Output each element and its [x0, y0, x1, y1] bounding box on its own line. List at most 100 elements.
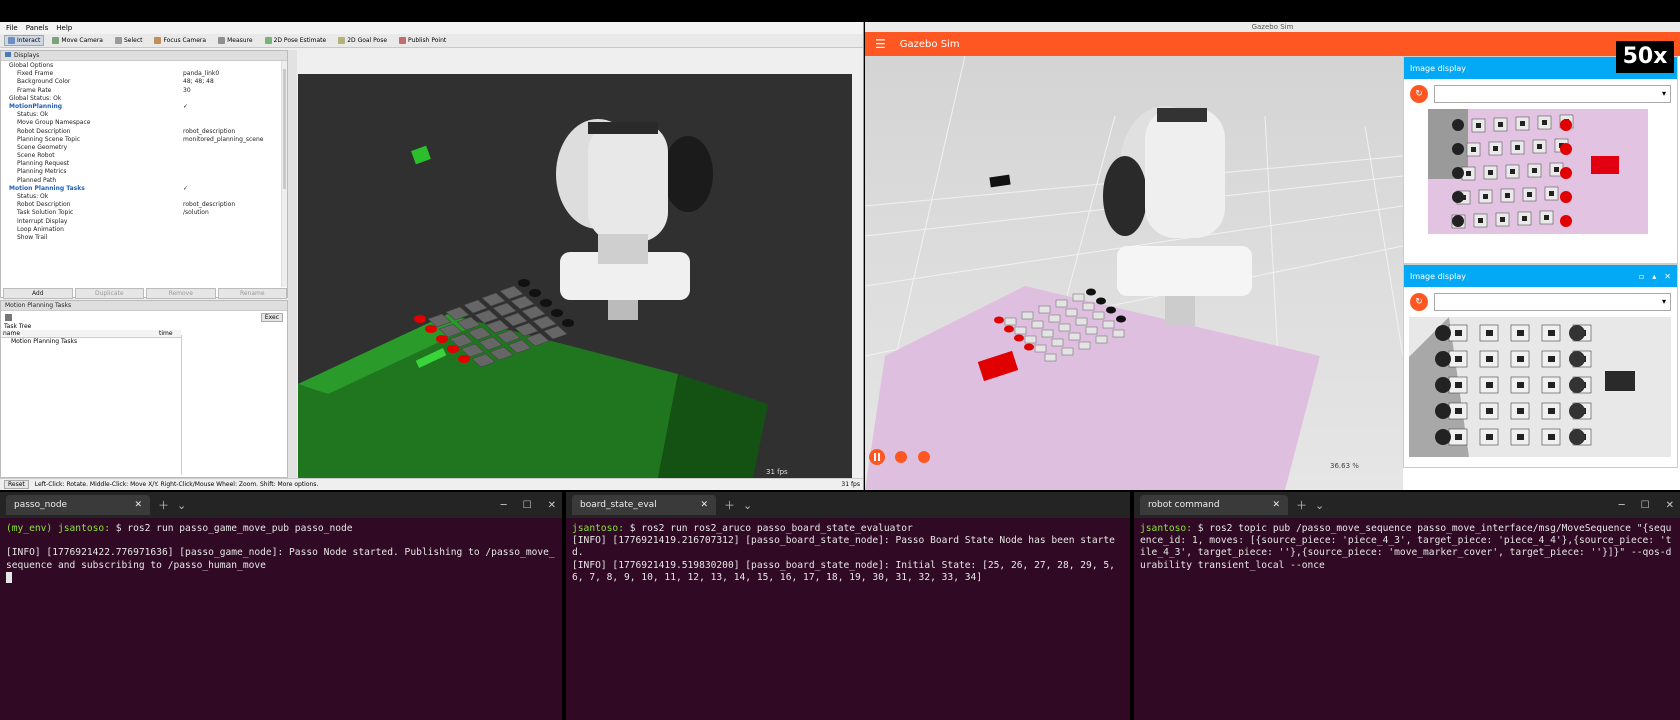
display-row[interactable]: Task Solution Topic/solution — [1, 209, 287, 217]
display-row[interactable]: Loop Animation — [1, 226, 287, 234]
close-icon[interactable]: ✕ — [134, 500, 142, 510]
black-piece — [1086, 288, 1096, 296]
black-piece — [518, 279, 530, 287]
add-task-icon[interactable] — [5, 313, 12, 321]
new-tab-icon[interactable]: ＋ — [724, 497, 735, 513]
tool-2d-goal-pose[interactable]: 2D Goal Pose — [334, 35, 391, 46]
display-value[interactable]: 30 — [183, 87, 191, 94]
close-icon[interactable]: ✕ — [1272, 500, 1280, 510]
new-tab-icon[interactable]: ＋ — [158, 497, 169, 513]
terminal-output[interactable]: jsantoso: $ ros2 topic pub /passo_move_s… — [1134, 518, 1680, 577]
chevron-down-icon[interactable]: ⌄ — [1315, 499, 1324, 512]
rviz-3d-viewport[interactable]: 31 fps — [298, 74, 852, 478]
display-row[interactable]: Scene Geometry — [1, 144, 287, 152]
hamburger-menu-icon[interactable]: ☰ — [875, 37, 886, 51]
display-row[interactable]: Interrupt Display — [1, 218, 287, 226]
tree-item[interactable]: Motion Planning Tasks — [1, 338, 287, 345]
display-value[interactable]: panda_link0 — [183, 70, 219, 77]
display-row[interactable]: Motion Planning Tasks ✓ — [1, 185, 287, 193]
tool-interact[interactable]: Interact — [4, 35, 45, 46]
display-label: Frame Rate — [17, 86, 52, 94]
display-row[interactable]: Planning Metrics — [1, 168, 287, 176]
menu-help[interactable]: Help — [56, 24, 72, 32]
display-value[interactable]: robot_description — [183, 201, 235, 208]
board-tile — [1082, 302, 1095, 311]
terminal-prompt: (my_env) jsantoso: — [6, 523, 110, 534]
gazebo-3d-viewport[interactable]: 36.63 % — [865, 56, 1403, 490]
tool-move-camera[interactable]: Move Camera — [48, 35, 107, 46]
terminal-2[interactable]: board_state_eval ✕ ＋ ⌄ jsantoso: $ ros2 r… — [566, 492, 1130, 720]
terminal-output[interactable]: jsantoso: $ ros2 run ros2_aruco passo_bo… — [566, 518, 1130, 589]
display-value[interactable]: ✓ — [183, 185, 188, 192]
terminal-tab-3[interactable]: robot command ✕ — [1140, 495, 1288, 515]
display-row[interactable]: Frame Rate 30 — [1, 87, 287, 95]
topic-dropdown[interactable]: ▾ — [1434, 85, 1671, 103]
menu-panels[interactable]: Panels — [26, 24, 49, 32]
close-icon[interactable]: ✕ — [548, 500, 556, 511]
maximize-icon[interactable]: ☐ — [523, 500, 532, 511]
close-icon[interactable]: ✕ — [1666, 500, 1674, 511]
collapse-icon[interactable]: ▴ — [1652, 272, 1656, 281]
terminal-tab-1[interactable]: passo_node ✕ — [6, 495, 150, 515]
step-button[interactable] — [895, 451, 907, 463]
refresh-icon[interactable]: ↻ — [1410, 85, 1428, 103]
display-row[interactable]: Planning Request — [1, 160, 287, 168]
display-row[interactable]: Robot Description robot_description — [1, 201, 287, 209]
tool-focus-camera[interactable]: Focus Camera — [150, 35, 210, 46]
terminal-output[interactable]: (my_env) jsantoso: $ ros2 run passo_game… — [0, 518, 562, 589]
display-value[interactable]: /solution — [183, 209, 209, 216]
tool-measure[interactable]: Measure — [214, 35, 257, 46]
tool-publish-point[interactable]: Publish Point — [395, 35, 450, 46]
topic-dropdown[interactable]: ▾ — [1434, 293, 1671, 311]
maximize-icon[interactable]: ▫ — [1639, 272, 1644, 281]
display-value[interactable]: 48; 48; 48 — [183, 78, 214, 85]
terminal-tab-2[interactable]: board_state_eval ✕ — [572, 495, 716, 515]
display-row[interactable]: Background Color 48; 48; 48 — [1, 78, 287, 86]
display-row[interactable]: Robot Description robot_description — [1, 128, 287, 136]
maximize-icon[interactable]: ☐ — [1641, 500, 1650, 511]
display-value[interactable]: robot_description — [183, 128, 235, 135]
vertical-splitter[interactable] — [288, 50, 297, 478]
reset-button[interactable]: Reset — [4, 480, 29, 489]
multi-step-button[interactable] — [918, 451, 930, 463]
pause-button[interactable] — [869, 449, 885, 465]
display-row[interactable]: Global Options — [1, 62, 287, 70]
terminal-3[interactable]: robot command ✕ ＋ ⌄ ─ ☐ ✕ jsantoso: $ ros2 … — [1134, 492, 1680, 720]
col-time[interactable]: time — [159, 330, 181, 337]
new-tab-icon[interactable]: ＋ — [1296, 497, 1307, 513]
displays-tree[interactable]: Global Options Fixed Frame panda_link0 Back… — [1, 61, 287, 242]
display-row[interactable]: Status: Ok — [1, 111, 287, 119]
add-display-button[interactable]: Add — [3, 288, 73, 299]
display-row[interactable]: Scene Robot — [1, 152, 287, 160]
measure-icon — [218, 37, 226, 44]
display-row[interactable]: Fixed Frame panda_link0 — [1, 70, 287, 78]
tool-select[interactable]: Select — [111, 35, 147, 46]
zoom-readout: 36.63 % — [1330, 462, 1359, 470]
close-icon[interactable]: ✕ — [1664, 272, 1671, 281]
displays-scrollbar[interactable] — [281, 61, 287, 287]
display-value[interactable]: ✓ — [183, 103, 188, 110]
display-value[interactable]: monitored_planning_scene — [183, 136, 264, 143]
rename-display-button[interactable]: Rename — [217, 288, 287, 299]
minimize-icon[interactable]: ─ — [1619, 500, 1625, 511]
exec-button[interactable]: Exec — [260, 312, 283, 322]
red-piece — [1014, 334, 1024, 342]
display-row[interactable]: Status: Ok — [1, 193, 287, 201]
chevron-down-icon[interactable]: ⌄ — [743, 499, 752, 512]
remove-display-button[interactable]: Remove — [146, 288, 216, 299]
duplicate-display-button[interactable]: Duplicate — [74, 288, 144, 299]
chevron-down-icon[interactable]: ⌄ — [177, 499, 186, 512]
display-row[interactable]: MotionPlanning ✓ — [1, 103, 287, 111]
display-row[interactable]: Global Status: Ok — [1, 95, 287, 103]
menu-file[interactable]: File — [6, 24, 18, 32]
close-icon[interactable]: ✕ — [700, 500, 708, 510]
display-row[interactable]: Planning Scene Topic monitored_planning_s… — [1, 136, 287, 144]
col-name[interactable]: name — [1, 330, 159, 337]
refresh-icon[interactable]: ↻ — [1410, 293, 1428, 311]
display-row[interactable]: Planned Path — [1, 177, 287, 185]
terminal-1[interactable]: passo_node ✕ ＋ ⌄ ─ ☐ ✕ (my_env) jsantoso: $… — [0, 492, 562, 720]
minimize-icon[interactable]: ─ — [501, 500, 507, 511]
tool-2d-pose-estimate[interactable]: 2D Pose Estimate — [261, 35, 331, 46]
display-row[interactable]: Show Trail — [1, 234, 287, 242]
display-row[interactable]: Move Group Namespace — [1, 119, 287, 127]
